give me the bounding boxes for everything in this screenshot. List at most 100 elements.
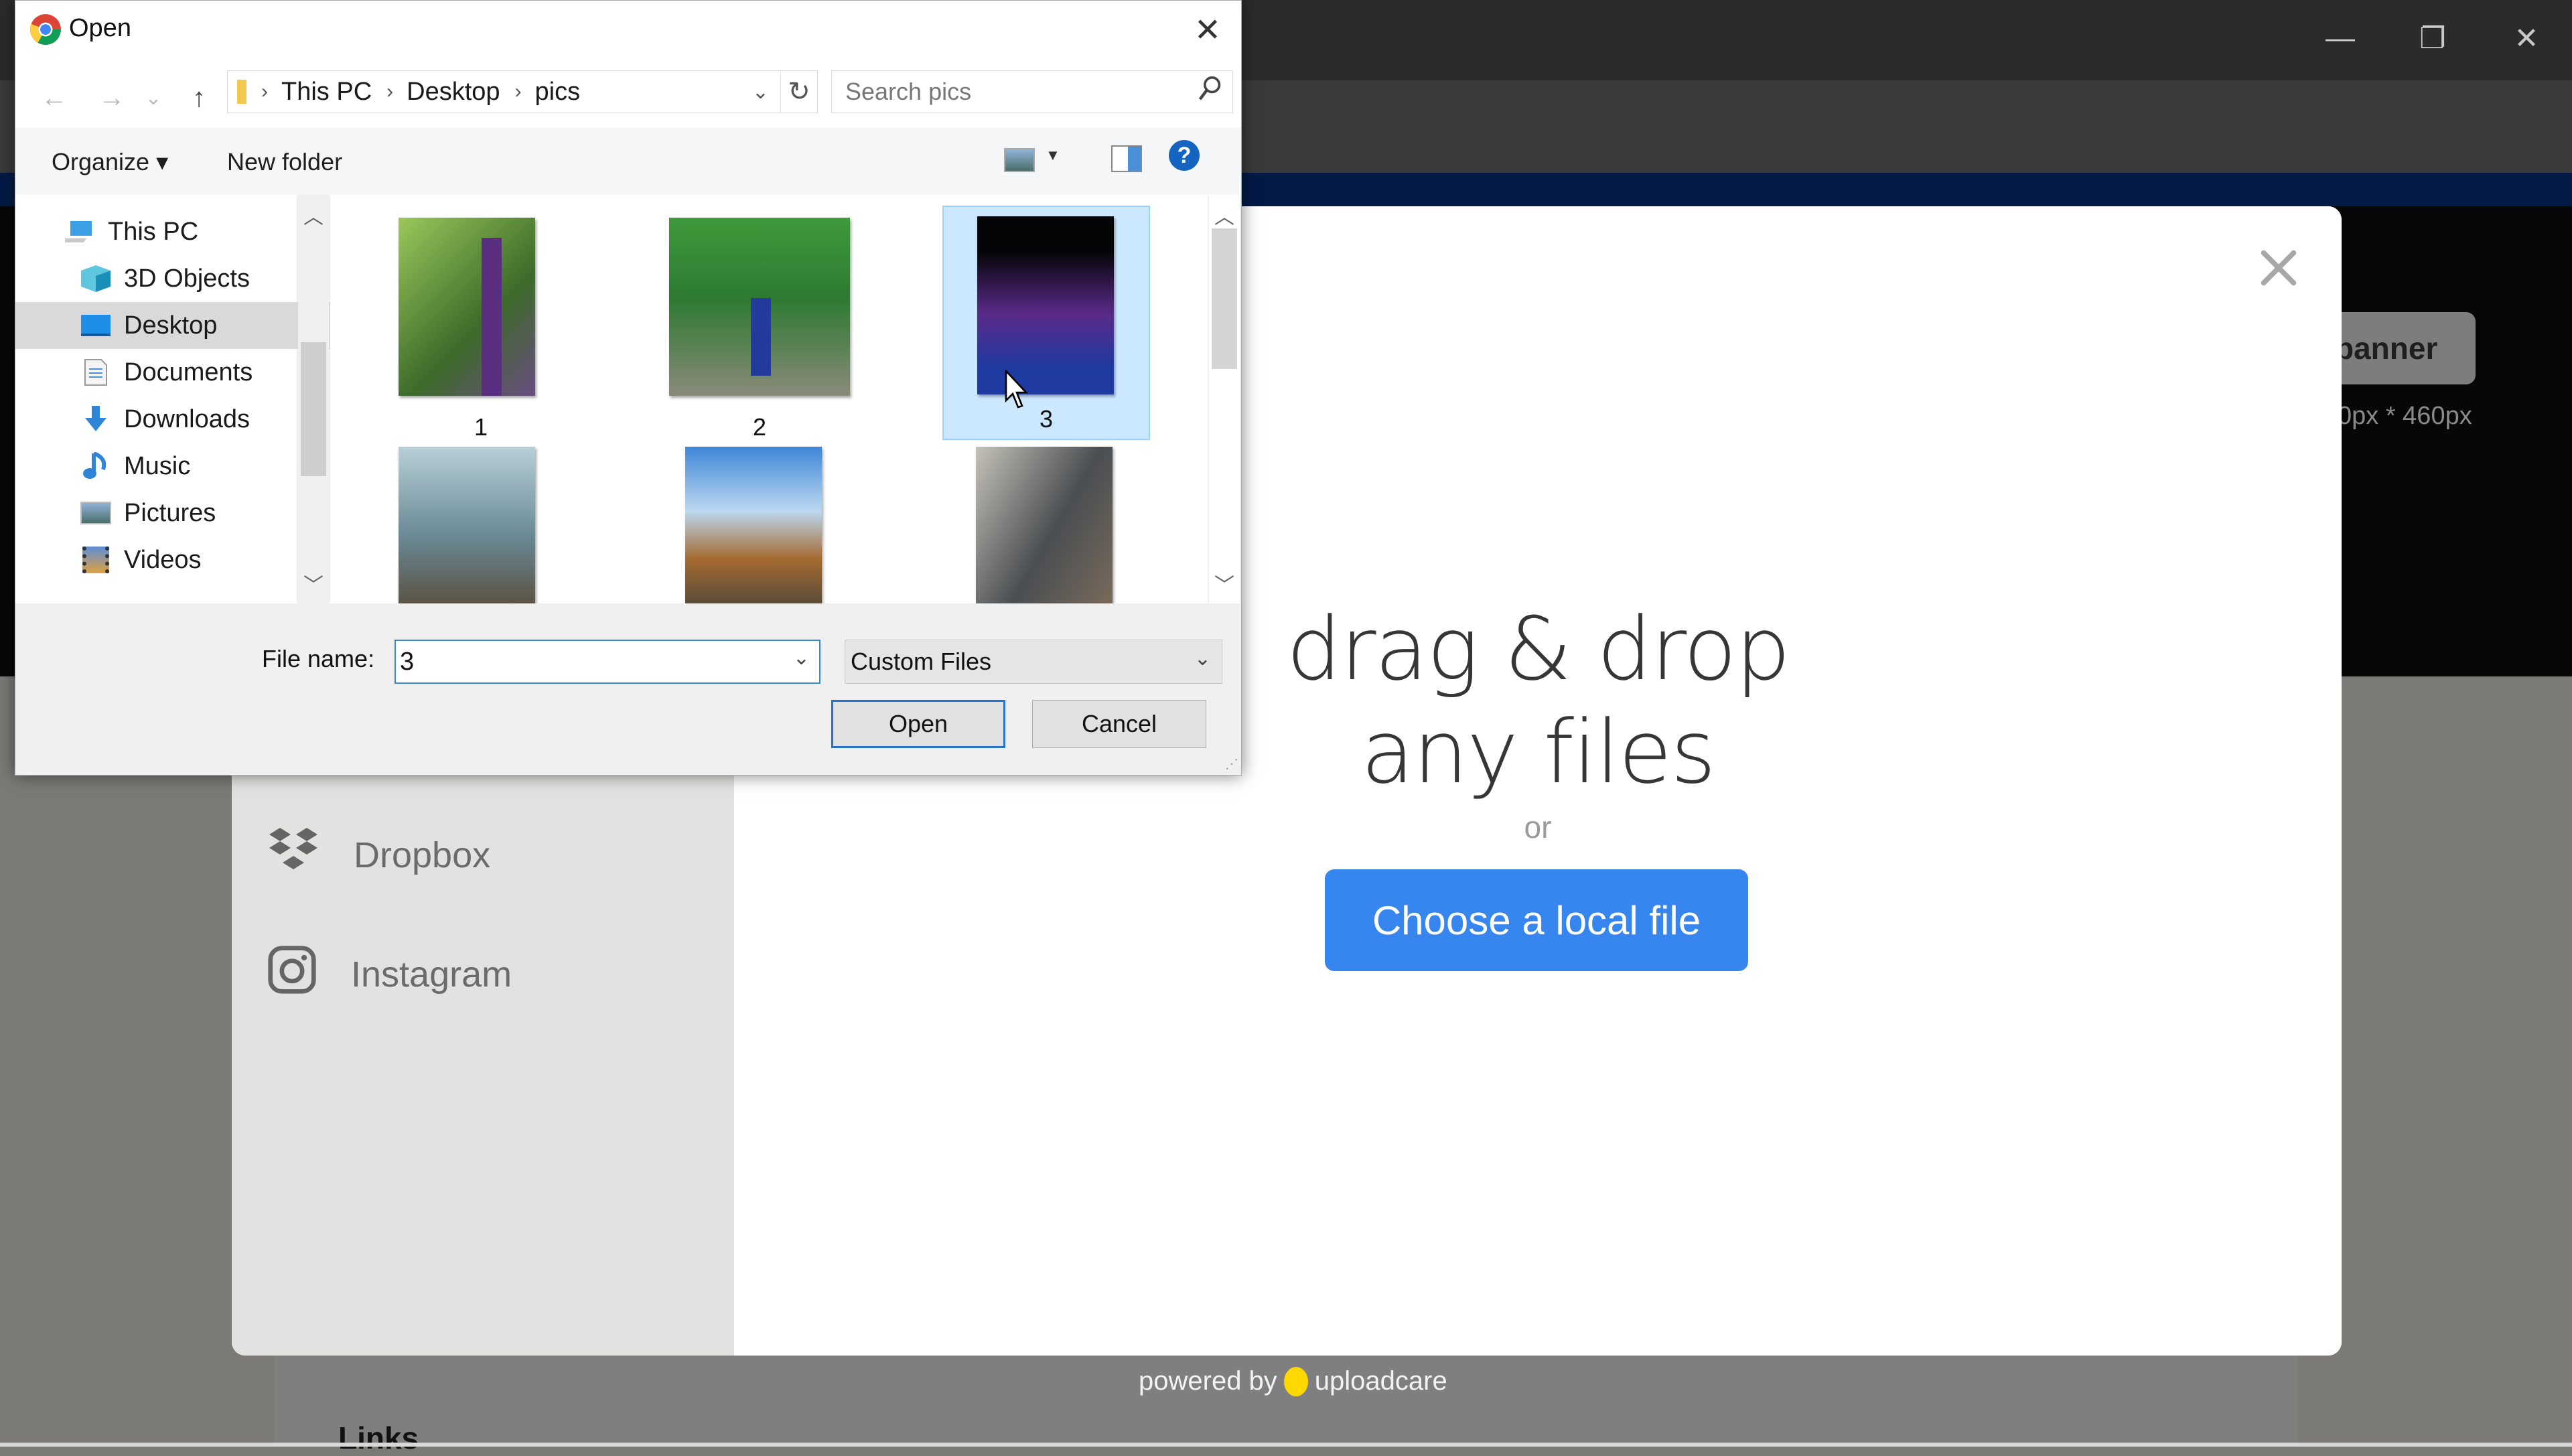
nav-item-label: Documents — [124, 358, 253, 386]
instagram-icon — [267, 944, 317, 1004]
file-thumbnail — [976, 447, 1113, 603]
organize-menu[interactable]: Organize ▾ — [52, 148, 168, 176]
view-dropdown-icon[interactable]: ▼ — [1046, 147, 1060, 164]
file-name-label: 1 — [474, 413, 488, 441]
nav-item-label: Pictures — [124, 498, 216, 527]
refresh-icon[interactable]: ↻ — [780, 70, 818, 113]
videos-filmstrip-icon — [80, 545, 112, 575]
scroll-up-icon[interactable]: ︿ — [1209, 200, 1240, 230]
file-item[interactable] — [942, 447, 1150, 603]
chevron-right-icon: › — [386, 80, 394, 102]
file-item[interactable] — [377, 447, 585, 603]
minimize-button[interactable]: — — [2307, 15, 2374, 62]
nav-item-label: Music — [124, 451, 191, 480]
nav-item-label: 3D Objects — [124, 264, 250, 293]
file-name-label: 3 — [1039, 405, 1054, 433]
new-folder-button[interactable]: New folder — [227, 148, 342, 176]
documents-icon — [80, 358, 112, 387]
dialog-command-bar: Organize ▾ New folder ▼ ? — [15, 128, 1241, 195]
source-dropbox-label: Dropbox — [354, 834, 491, 875]
search-input[interactable]: Search pics — [831, 70, 1233, 113]
file-thumbnail — [669, 218, 850, 396]
file-type-select[interactable]: Custom Files ⌄ — [845, 640, 1222, 684]
cube-3d-icon — [80, 264, 112, 293]
taskbar-edge — [0, 1443, 2572, 1447]
file-item-selected[interactable]: 3 — [942, 206, 1150, 440]
navigation-pane-scrollbar[interactable]: ︿ ﹀ — [298, 195, 329, 603]
up-folder-button[interactable]: ↑ — [180, 81, 218, 115]
choose-local-file-button[interactable]: Choose a local file — [1325, 869, 1748, 971]
recent-locations-button[interactable]: ⌄ — [140, 81, 167, 115]
file-name-label: File name: — [262, 645, 375, 672]
scrollbar-thumb[interactable] — [301, 342, 326, 476]
nav-item-label: Desktop — [124, 311, 218, 340]
chrome-logo-icon — [29, 13, 62, 50]
file-thumbnail — [977, 216, 1114, 394]
resize-grip-icon[interactable]: ⋰ — [1225, 755, 1238, 772]
or-separator: or — [1524, 810, 1552, 845]
powered-by-footer[interactable]: powered by uploadcare — [1139, 1366, 1447, 1396]
download-arrow-icon — [80, 405, 112, 434]
scroll-down-icon[interactable]: ﹀ — [298, 569, 329, 598]
uploader-close-icon[interactable] — [2257, 246, 2300, 289]
file-name-label: 2 — [752, 413, 767, 441]
banner-button-label: banner — [2335, 331, 2438, 366]
back-button[interactable]: ← — [35, 81, 73, 115]
desktop-icon — [80, 311, 112, 340]
breadcrumb-desktop[interactable]: Desktop — [407, 78, 500, 106]
file-type-value: Custom Files — [851, 648, 992, 675]
file-list-scrollbar[interactable]: ︿ ﹀ — [1209, 195, 1240, 603]
scroll-up-icon[interactable]: ︿ — [298, 200, 329, 230]
pictures-icon — [80, 498, 112, 528]
dialog-titlebar: Open ✕ — [15, 1, 1241, 61]
address-history-dropdown-icon[interactable]: ⌄ — [752, 80, 769, 104]
file-item[interactable]: 2 — [656, 206, 863, 441]
chevron-down-icon: ⌄ — [1194, 648, 1211, 670]
change-view-icon[interactable] — [1004, 148, 1035, 172]
uploadcare-logo-icon — [1283, 1366, 1308, 1396]
source-instagram-label: Instagram — [351, 954, 512, 995]
preview-pane-icon[interactable] — [1111, 145, 1142, 172]
address-breadcrumb[interactable]: › This PC › Desktop › pics ⌄ — [227, 70, 816, 113]
mouse-cursor-icon — [1005, 368, 1031, 413]
navigation-pane: This PC 3D Objects Desktop Documents Dow… — [15, 195, 358, 603]
breadcrumb-pics[interactable]: pics — [535, 78, 581, 106]
nav-item-label: Downloads — [124, 405, 250, 433]
chevron-down-icon[interactable]: ⌄ — [793, 646, 810, 670]
restore-button[interactable]: ❐ — [2399, 15, 2466, 62]
banner-size-text: 0px * 460px — [2338, 402, 2472, 430]
chevron-right-icon: › — [261, 80, 268, 102]
file-thumbnail — [399, 218, 535, 396]
source-dropbox[interactable]: Dropbox — [267, 824, 490, 886]
dialog-close-button[interactable]: ✕ — [1184, 6, 1232, 54]
close-window-button[interactable]: ✕ — [2493, 15, 2560, 62]
search-icon — [1198, 75, 1222, 108]
source-instagram[interactable]: Instagram — [267, 944, 512, 1004]
dropbox-icon — [267, 824, 320, 886]
file-thumbnail — [399, 447, 535, 603]
powered-by-text: powered by — [1139, 1366, 1277, 1396]
scrollbar-thumb[interactable] — [1212, 228, 1237, 369]
computer-icon — [64, 217, 96, 246]
nav-item-label: Videos — [124, 545, 202, 574]
file-name-input[interactable]: 3 ⌄ — [395, 640, 820, 684]
dialog-title: Open — [69, 14, 131, 42]
file-list-view: 1 2 3 — [330, 195, 1208, 603]
nav-item-label: This PC — [108, 217, 199, 246]
nav-item-this-pc[interactable]: This PC — [15, 208, 342, 255]
file-item[interactable]: 1 — [377, 206, 585, 441]
music-note-icon — [80, 451, 112, 481]
file-name-value: 3 — [400, 647, 415, 676]
breadcrumb-this-pc[interactable]: This PC — [281, 78, 372, 106]
file-item[interactable] — [656, 447, 863, 603]
forward-button[interactable]: → — [93, 81, 131, 115]
open-file-dialog: Open ✕ ← → ⌄ ↑ › This PC › Desktop › pic… — [15, 0, 1242, 776]
links-heading: Links — [338, 1421, 419, 1455]
open-button[interactable]: Open — [831, 700, 1005, 748]
scroll-down-icon[interactable]: ﹀ — [1209, 569, 1240, 598]
file-thumbnail — [685, 447, 822, 603]
help-icon[interactable]: ? — [1169, 140, 1200, 171]
folder-icon — [237, 80, 246, 104]
search-placeholder: Search pics — [845, 78, 972, 105]
cancel-button[interactable]: Cancel — [1032, 700, 1206, 748]
